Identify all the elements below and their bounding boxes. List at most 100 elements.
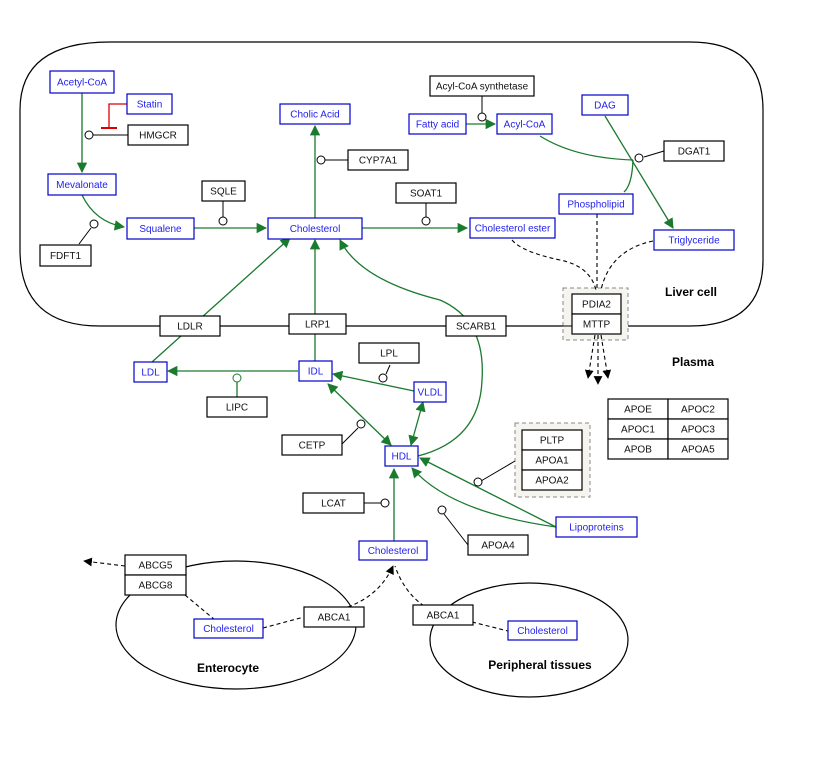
cell-label: APOC2 — [681, 405, 715, 416]
node-label: Fatty acid — [416, 120, 459, 131]
cell-label: APOB — [624, 445, 652, 456]
metabolite-node-mevalonate[interactable]: Mevalonate — [47, 173, 117, 196]
apo-table-cell[interactable]: APOC1 — [607, 418, 669, 440]
node-label: LIPC — [226, 403, 248, 414]
gene-node-scarb1[interactable]: SCARB1 — [445, 315, 507, 337]
gene-node-fdft1[interactable]: FDFT1 — [39, 244, 92, 267]
catalysis-marker — [473, 477, 483, 487]
gene-node-lrp1[interactable]: LRP1 — [288, 313, 347, 335]
gene-node-lipc[interactable]: LIPC — [206, 396, 268, 418]
metabolite-node-cholesterol-enterocyte[interactable]: Cholesterol — [193, 618, 264, 639]
catalysis-marker — [84, 130, 94, 140]
metabolite-node-statin[interactable]: Statin — [126, 93, 173, 115]
gene-node-abcg8[interactable]: ABCG8 — [124, 574, 187, 596]
catalysis-marker — [378, 373, 388, 383]
gene-node-abca1-enterocyte[interactable]: ABCA1 — [303, 606, 365, 628]
node-label: IDL — [308, 367, 324, 378]
edge-vldl-hdl — [408, 400, 426, 447]
node-label: HMGCR — [139, 131, 177, 142]
catalysis-marker — [89, 219, 99, 229]
node-label: SQLE — [210, 187, 237, 198]
catalysis-marker — [218, 216, 228, 226]
metabolite-node-acyl-coa[interactable]: Acyl-CoA — [496, 113, 553, 135]
edge-statin-inhibition — [108, 103, 127, 128]
edge-apoa4-catalysis — [443, 513, 469, 546]
metabolite-node-cholesterol-plasma[interactable]: Cholesterol — [358, 540, 428, 561]
gene-node-cetp[interactable]: CETP — [281, 434, 343, 456]
gene-node-abca1-peripheral[interactable]: ABCA1 — [412, 604, 474, 626]
edge-abca1-peripheral-cholesterol — [394, 565, 425, 607]
node-label: ABCA1 — [318, 613, 351, 624]
gene-node-lcat[interactable]: LCAT — [302, 492, 365, 514]
metabolite-node-fatty-acid[interactable]: Fatty acid — [408, 113, 467, 135]
metabolite-node-dag[interactable]: DAG — [581, 94, 629, 116]
metabolite-node-lipoproteins[interactable]: Lipoproteins — [555, 516, 638, 538]
node-label: SOAT1 — [410, 189, 442, 200]
node-label: APOA2 — [535, 476, 569, 487]
apo-table-cell[interactable]: APOC2 — [667, 398, 729, 420]
node-label: DAG — [594, 101, 616, 112]
gene-node-pdia2[interactable]: PDIA2 — [571, 293, 622, 315]
node-label: Cholesterol — [517, 626, 568, 637]
metabolite-node-phospholipid[interactable]: Phospholipid — [558, 193, 634, 215]
gene-node-ldlr[interactable]: LDLR — [159, 315, 221, 337]
gene-node-mttp[interactable]: MTTP — [571, 313, 622, 335]
metabolite-node-hdl[interactable]: HDL — [384, 445, 419, 467]
apo-table-cell[interactable]: APOE — [607, 398, 669, 420]
edge-mevalonate-squalene — [81, 194, 126, 231]
peripheral-tissues-label: Peripheral tissues — [488, 658, 592, 672]
metabolite-node-triglyceride[interactable]: Triglyceride — [653, 229, 735, 251]
node-label: Acetyl-CoA — [57, 78, 107, 89]
node-label: LDL — [141, 368, 160, 379]
gene-node-sqle[interactable]: SQLE — [201, 180, 246, 202]
node-label: Cholesterol — [290, 224, 341, 235]
apo-table-cell[interactable]: APOA5 — [667, 438, 729, 460]
node-label: SCARB1 — [456, 322, 496, 333]
metabolite-node-idl[interactable]: IDL — [298, 360, 333, 382]
gene-node-abcg5[interactable]: ABCG5 — [124, 554, 187, 576]
node-label: Phospholipid — [567, 200, 624, 211]
catalysis-marker — [380, 498, 390, 508]
apolipoprotein-table: APOE APOC2 APOC1 APOC3 APOB APOA5 — [607, 398, 729, 460]
metabolite-node-ldl[interactable]: LDL — [133, 361, 168, 383]
gene-node-apoa4[interactable]: APOA4 — [467, 534, 529, 556]
catalysis-marker — [232, 373, 242, 383]
gene-node-dgat1[interactable]: DGAT1 — [663, 140, 725, 162]
edge-phospholipid-junction — [623, 159, 634, 193]
apo-table-cell[interactable]: APOC3 — [667, 418, 729, 440]
edge-lpl-catalysis — [385, 364, 391, 375]
metabolite-node-cholesterol-liver[interactable]: Cholesterol — [267, 217, 363, 240]
gene-node-acyl-coa-synthetase[interactable]: Acyl-CoA synthetase — [429, 75, 535, 97]
gene-node-cyp7a1[interactable]: CYP7A1 — [347, 149, 409, 171]
gene-node-pltp[interactable]: PLTP — [521, 429, 583, 451]
catalysis-marker — [477, 112, 487, 122]
node-label: Cholesterol ester — [475, 224, 551, 235]
edge-ester-mttp — [511, 239, 597, 291]
gene-node-soat1[interactable]: SOAT1 — [395, 182, 457, 204]
node-label: Cholic Acid — [290, 110, 339, 121]
node-label: Cholesterol — [203, 624, 254, 635]
metabolite-node-acetyl-coa[interactable]: Acetyl-CoA — [49, 70, 115, 94]
edge-mttp-out-3 — [600, 334, 612, 379]
apo-table-cell[interactable]: APOB — [607, 438, 669, 460]
cell-label: APOE — [624, 405, 652, 416]
metabolite-node-cholesterol-ester[interactable]: Cholesterol ester — [469, 217, 556, 239]
gene-node-lpl[interactable]: LPL — [358, 342, 420, 364]
gene-node-apoa1[interactable]: APOA1 — [521, 449, 583, 471]
edge-cetp-catalysis — [341, 427, 359, 445]
gene-node-hmgcr[interactable]: HMGCR — [127, 124, 189, 146]
node-label: VLDL — [417, 388, 442, 399]
metabolite-node-cholesterol-peripheral[interactable]: Cholesterol — [507, 620, 578, 641]
node-label: Acyl-CoA synthetase — [436, 82, 529, 93]
metabolite-node-cholic-acid[interactable]: Cholic Acid — [279, 103, 351, 125]
edge-abcg-out — [83, 557, 126, 567]
node-label: Triglyceride — [668, 236, 720, 247]
gene-node-apoa2[interactable]: APOA2 — [521, 469, 583, 491]
catalysis-marker — [356, 419, 366, 429]
catalysis-marker — [421, 216, 431, 226]
node-label: Statin — [137, 100, 163, 111]
metabolite-node-squalene[interactable]: Squalene — [126, 217, 195, 240]
metabolite-node-vldl[interactable]: VLDL — [413, 381, 447, 403]
edge-dgat1-catalysis — [643, 150, 665, 158]
node-label: Mevalonate — [56, 180, 108, 191]
